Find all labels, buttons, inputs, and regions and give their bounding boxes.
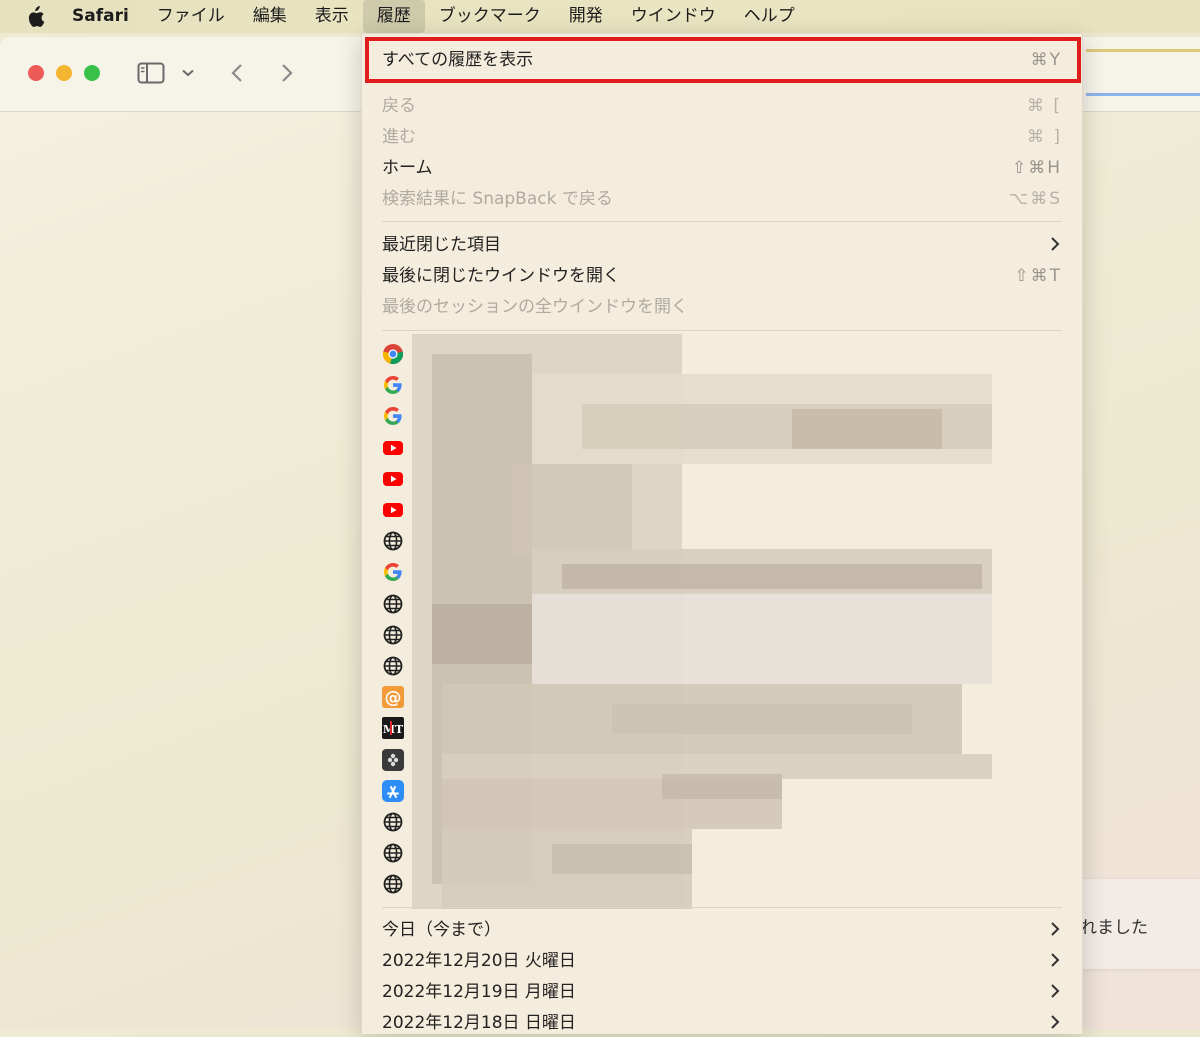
history-menu: すべての履歴を表示 ⌘Y 戻る ⌘ [ 進む ⌘ ] ホーム ⇧⌘H 検索結果に…	[361, 33, 1083, 1034]
shortcut: ⌥⌘S	[1008, 189, 1062, 209]
forward-label: 進む	[382, 127, 416, 147]
chevron-right-icon	[1050, 1009, 1060, 1037]
menu-file[interactable]: ファイル	[143, 0, 239, 33]
home-item[interactable]: ホーム ⇧⌘H	[382, 154, 1062, 182]
notification[interactable]: れました	[1070, 879, 1200, 969]
address-bar-edge[interactable]	[1086, 93, 1200, 96]
forward-item[interactable]: 進む ⌘ ]	[382, 123, 1062, 151]
separator	[382, 330, 1062, 331]
google-icon[interactable]	[382, 374, 404, 396]
back-label: 戻る	[382, 96, 416, 116]
chevron-down-icon[interactable]	[180, 57, 196, 89]
at-sign-icon[interactable]: @	[382, 686, 404, 709]
day-label: 2022年12月19日 月曜日	[382, 982, 576, 1002]
history-day-1218[interactable]: 2022年12月18日 日曜日	[382, 1009, 1062, 1037]
globe-icon[interactable]	[382, 530, 404, 552]
shortcut: ⌘ ]	[1026, 127, 1062, 147]
chevron-right-icon	[1050, 916, 1060, 944]
reopen-session-label: 最後のセッションの全ウインドウを開く	[382, 297, 688, 317]
reopen-session-item[interactable]: 最後のセッションの全ウインドウを開く	[382, 293, 1062, 321]
menu-help[interactable]: ヘルプ	[730, 0, 809, 33]
svg-text:MT: MT	[383, 723, 404, 736]
history-day-1220[interactable]: 2022年12月20日 火曜日	[382, 947, 1062, 975]
globe-icon[interactable]	[382, 873, 404, 895]
separator	[382, 221, 1062, 222]
menu-edit[interactable]: 編集	[239, 0, 301, 33]
separator	[382, 907, 1062, 908]
home-label: ホーム	[382, 158, 433, 178]
google-icon[interactable]	[382, 405, 404, 427]
notification-text: れました	[1080, 918, 1148, 938]
globe-icon[interactable]	[382, 624, 404, 646]
mt-icon[interactable]: MT	[382, 717, 404, 740]
youtube-icon[interactable]	[382, 468, 404, 490]
apple-logo-icon[interactable]	[24, 5, 46, 29]
reopen-last-window-item[interactable]: 最後に閉じたウインドウを開く ⇧⌘T	[382, 262, 1062, 290]
pixelated-history-titles	[412, 334, 992, 909]
globe-icon[interactable]	[382, 593, 404, 615]
chevron-right-icon	[1050, 978, 1060, 1006]
app-store-icon[interactable]	[382, 779, 404, 802]
youtube-icon[interactable]	[382, 437, 404, 459]
day-label: 2022年12月18日 日曜日	[382, 1013, 576, 1033]
google-icon[interactable]	[382, 561, 404, 583]
tab-indicator	[1086, 49, 1200, 52]
zoom-window-button[interactable]	[84, 65, 100, 81]
close-window-button[interactable]	[28, 65, 44, 81]
snapback-label: 検索結果に SnapBack で戻る	[382, 189, 613, 209]
menu-bookmarks[interactable]: ブックマーク	[425, 0, 555, 33]
snapback-item[interactable]: 検索結果に SnapBack で戻る ⌥⌘S	[382, 185, 1062, 213]
shortcut: ⌘ [	[1026, 96, 1062, 116]
youtube-icon[interactable]	[382, 499, 404, 521]
chevron-right-icon	[1050, 947, 1060, 975]
history-day-1219[interactable]: 2022年12月19日 月曜日	[382, 978, 1062, 1006]
menu-safari[interactable]: Safari	[72, 0, 143, 33]
sidebar-toggle-icon[interactable]	[136, 57, 166, 89]
menu-history[interactable]: 履歴	[362, 0, 425, 33]
dark-app-icon[interactable]	[382, 748, 404, 771]
shortcut: ⇧⌘T	[1014, 266, 1062, 286]
menu-bar: Safari ファイル 編集 表示 履歴 ブックマーク 開発 ウインドウ ヘルプ	[0, 0, 1200, 33]
minimize-window-button[interactable]	[56, 65, 72, 81]
recently-closed-item[interactable]: 最近閉じた項目	[382, 231, 1062, 259]
back-icon[interactable]	[228, 57, 246, 89]
day-label: 今日（今まで）	[382, 920, 501, 940]
recently-closed-label: 最近閉じた項目	[382, 235, 501, 255]
forward-icon[interactable]	[278, 57, 296, 89]
chrome-icon[interactable]	[382, 343, 404, 365]
menu-develop[interactable]: 開発	[555, 0, 617, 33]
shortcut: ⇧⌘H	[1011, 158, 1062, 178]
highlight-box	[365, 37, 1081, 83]
globe-icon[interactable]	[382, 842, 404, 864]
back-item[interactable]: 戻る ⌘ [	[382, 92, 1062, 120]
menu-view[interactable]: 表示	[301, 0, 363, 33]
menu-window[interactable]: ウインドウ	[617, 0, 730, 33]
history-day-today[interactable]: 今日（今まで）	[382, 916, 1062, 944]
chevron-right-icon	[1050, 231, 1060, 259]
globe-icon[interactable]	[382, 811, 404, 833]
svg-text:@: @	[385, 688, 402, 708]
reopen-window-label: 最後に閉じたウインドウを開く	[382, 266, 620, 286]
globe-icon[interactable]	[382, 655, 404, 677]
day-label: 2022年12月20日 火曜日	[382, 951, 576, 971]
